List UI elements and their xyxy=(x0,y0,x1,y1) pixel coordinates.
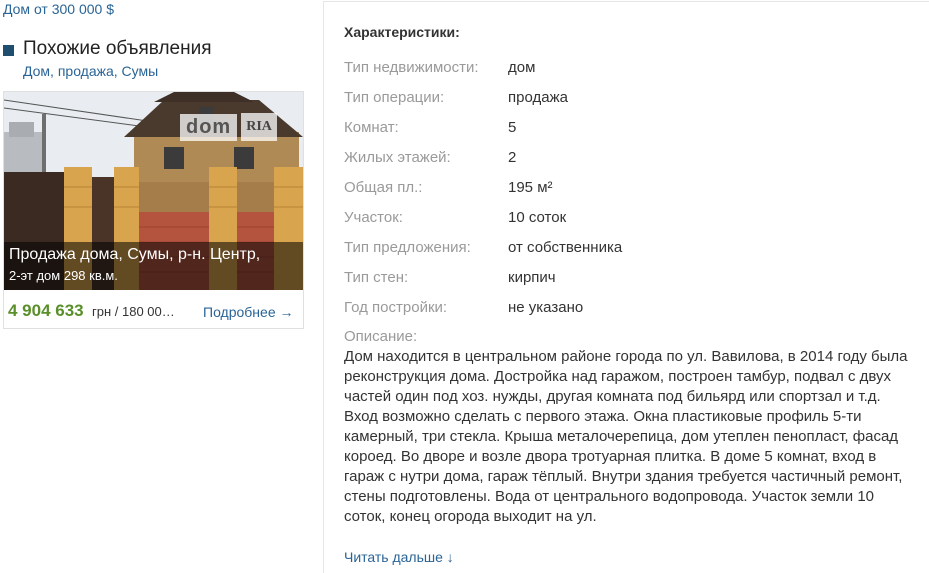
description-text: Дом находится в центральном районе город… xyxy=(344,348,908,525)
char-value: 195 м² xyxy=(508,179,553,196)
char-value: 10 соток xyxy=(508,209,567,226)
description-label: Описание: xyxy=(344,328,418,345)
listing-card[interactable]: dom RIA Продажа дома, Сумы, р-н. Центр, … xyxy=(3,91,304,329)
characteristics-panel: Характеристики: Тип недвижимости: дом Ти… xyxy=(323,1,929,573)
similar-listings-title: Похожие объявления xyxy=(23,38,212,59)
listing-photo[interactable]: dom RIA Продажа дома, Сумы, р-н. Центр, … xyxy=(4,92,303,290)
char-value: 5 xyxy=(508,119,517,136)
char-label: Тип предложения: xyxy=(344,239,471,256)
similar-listings-category-link[interactable]: Дом, продажа, Сумы xyxy=(23,62,158,80)
char-value: дом xyxy=(508,59,536,76)
dom-ria-watermark-logo: dom RIA xyxy=(180,110,286,144)
char-label: Общая пл.: xyxy=(344,179,423,196)
char-value: продажа xyxy=(508,89,568,106)
char-label: Комнат: xyxy=(344,119,399,136)
char-value: от собственника xyxy=(508,239,623,256)
similar-listings-header: Похожие объявления xyxy=(3,38,212,60)
char-value: 2 xyxy=(508,149,517,166)
char-value: кирпич xyxy=(508,269,556,286)
left-column: Дом от 300 000 $ Похожие объявления Дом,… xyxy=(0,0,310,573)
char-value: не указано xyxy=(508,299,584,316)
listing-subtitle: 2-эт дом 298 кв.м. xyxy=(9,268,118,283)
square-bullet-icon xyxy=(3,44,14,56)
listing-price-bar: 4 904 633 грн / 180 00… Подробнее → xyxy=(4,292,303,328)
listing-title[interactable]: Продажа дома, Сумы, р-н. Центр, xyxy=(9,246,299,264)
listing-price-secondary: грн / 180 00… xyxy=(92,304,175,319)
page: Дом от 300 000 $ Похожие объявления Дом,… xyxy=(0,0,929,573)
char-label: Тип недвижимости: xyxy=(344,59,479,76)
char-label: Тип операции: xyxy=(344,89,445,106)
read-more-link[interactable]: Читать дальше ↓ xyxy=(344,549,454,565)
char-label: Тип стен: xyxy=(344,269,409,286)
char-label: Год постройки: xyxy=(344,299,448,316)
price-filter-link[interactable]: Дом от 300 000 $ xyxy=(3,0,114,18)
char-label: Жилых этажей: xyxy=(344,149,451,166)
photo-caption[interactable]: Продажа дома, Сумы, р-н. Центр, 2-эт дом… xyxy=(4,242,303,290)
characteristics-title: Характеристики: xyxy=(344,24,460,40)
listing-price: 4 904 633 xyxy=(8,301,84,320)
watermark-dom-text: dom xyxy=(180,113,238,141)
watermark-ria-text: RIA xyxy=(241,113,277,141)
char-label: Участок: xyxy=(344,209,403,226)
details-link[interactable]: Подробнее → xyxy=(203,304,294,320)
